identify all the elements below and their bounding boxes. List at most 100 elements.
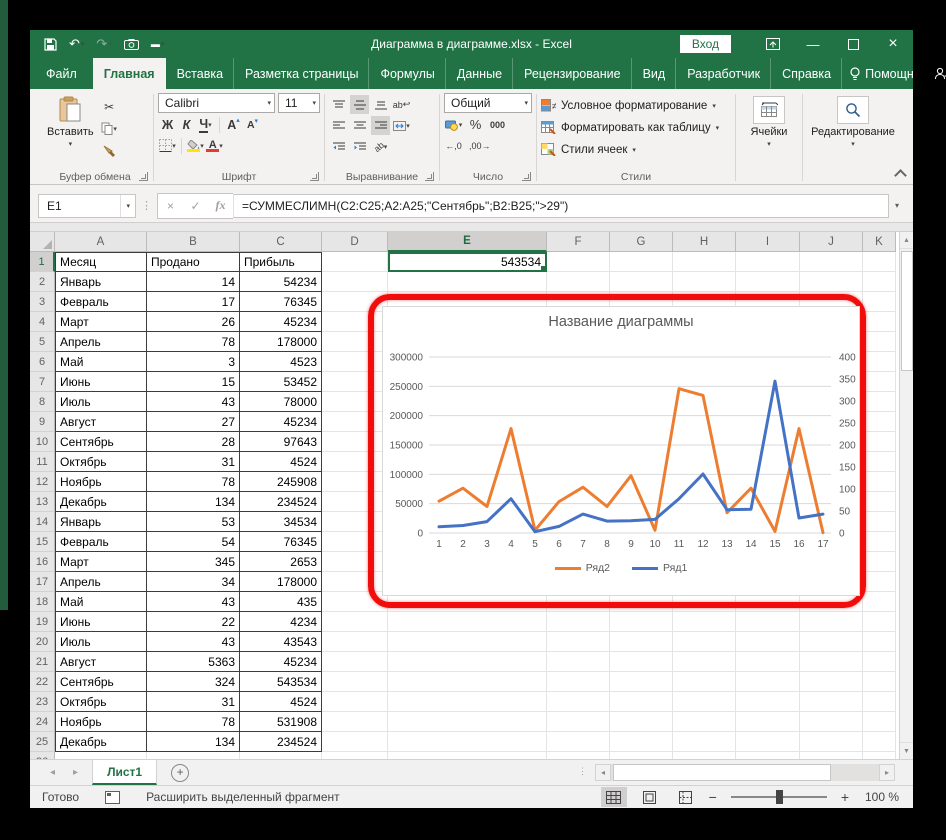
row-header-15[interactable]: 15	[30, 532, 55, 552]
cell[interactable]	[863, 292, 896, 312]
cell[interactable]: Май	[55, 352, 147, 372]
cell[interactable]: Апрель	[55, 572, 147, 592]
cell[interactable]	[547, 632, 610, 652]
cut-button[interactable]: ✂	[100, 97, 119, 116]
cell[interactable]	[863, 272, 896, 292]
align-middle-icon[interactable]	[350, 95, 369, 114]
cell[interactable]: Продано	[147, 252, 240, 272]
row-header-3[interactable]: 3	[30, 292, 55, 312]
cell[interactable]: 78	[147, 712, 240, 732]
cell[interactable]: 435	[240, 592, 322, 612]
row-header-16[interactable]: 16	[30, 552, 55, 572]
qat-customize-button[interactable]: ▬ ▾	[151, 39, 165, 49]
cell[interactable]: 178000	[240, 572, 322, 592]
cell[interactable]	[863, 532, 896, 552]
cell[interactable]	[736, 672, 800, 692]
row-header-13[interactable]: 13	[30, 492, 55, 512]
cell[interactable]: Март	[55, 552, 147, 572]
cell[interactable]	[673, 272, 736, 292]
cell[interactable]: Октябрь	[55, 692, 147, 712]
cell[interactable]	[800, 712, 863, 732]
select-all-corner[interactable]	[30, 232, 55, 252]
conditional-formatting-button[interactable]: ≠ Условное форматирование ▾	[541, 96, 731, 115]
cell[interactable]	[673, 732, 736, 752]
cell[interactable]	[736, 612, 800, 632]
comma-style-button[interactable]: 000	[488, 115, 507, 134]
cell[interactable]: Прибыль	[240, 252, 322, 272]
cell[interactable]: 45234	[240, 412, 322, 432]
bold-button[interactable]: Ж	[158, 115, 177, 134]
cell[interactable]: Ноябрь	[55, 712, 147, 732]
grow-font-button[interactable]: А ▴	[224, 115, 243, 134]
cell[interactable]	[610, 612, 673, 632]
cell[interactable]: 543534	[240, 672, 322, 692]
tab-view[interactable]: Вид	[632, 58, 677, 89]
cell[interactable]: Декабрь	[55, 732, 147, 752]
cell[interactable]	[673, 612, 736, 632]
editing-button[interactable]: Редактирование ▾	[805, 93, 901, 169]
cell[interactable]: Февраль	[55, 532, 147, 552]
wrap-text-button[interactable]: ab ↩	[392, 95, 411, 114]
row-header-9[interactable]: 9	[30, 412, 55, 432]
macro-record-icon[interactable]	[105, 790, 121, 804]
cell[interactable]: Февраль	[55, 292, 147, 312]
view-normal-button[interactable]	[600, 787, 627, 807]
column-header-A[interactable]: A	[55, 232, 147, 252]
cell[interactable]	[673, 692, 736, 712]
row-header-20[interactable]: 20	[30, 632, 55, 652]
cell[interactable]: Май	[55, 592, 147, 612]
cell[interactable]	[863, 332, 896, 352]
cell[interactable]	[610, 272, 673, 292]
save-icon[interactable]	[44, 37, 57, 51]
cell[interactable]	[800, 272, 863, 292]
cell[interactable]	[547, 712, 610, 732]
cell[interactable]: 43	[147, 632, 240, 652]
cell[interactable]: Декабрь	[55, 492, 147, 512]
cell[interactable]: 531908	[240, 712, 322, 732]
cell[interactable]: 31	[147, 452, 240, 472]
cell[interactable]: 27	[147, 412, 240, 432]
cell[interactable]	[736, 692, 800, 712]
cell[interactable]	[610, 652, 673, 672]
cell[interactable]: 43543	[240, 632, 322, 652]
cell[interactable]: 78000	[240, 392, 322, 412]
row-header-17[interactable]: 17	[30, 572, 55, 592]
row-header-6[interactable]: 6	[30, 352, 55, 372]
tab-review[interactable]: Рецензирование	[513, 58, 632, 89]
cell[interactable]	[547, 732, 610, 752]
font-dialog-launcher[interactable]	[310, 172, 319, 181]
cell[interactable]	[388, 692, 547, 712]
cell[interactable]: Июнь	[55, 372, 147, 392]
vertical-scrollbar[interactable]: ▲ ▼	[899, 232, 913, 759]
scroll-down-icon[interactable]: ▼	[900, 742, 913, 759]
cell[interactable]: 53	[147, 512, 240, 532]
column-header-I[interactable]: I	[736, 232, 800, 252]
cell[interactable]	[322, 692, 388, 712]
cell[interactable]: 34534	[240, 512, 322, 532]
font-size-combo[interactable]: 11 ▾	[278, 93, 320, 113]
undo-button[interactable]: ↶ ▾	[69, 36, 84, 52]
cell[interactable]: 28	[147, 432, 240, 452]
zoom-out-button[interactable]: −	[709, 789, 717, 805]
cell[interactable]: 4523	[240, 352, 322, 372]
copy-button[interactable]: ▾	[100, 119, 119, 138]
cell[interactable]: 15	[147, 372, 240, 392]
row-header-25[interactable]: 25	[30, 732, 55, 752]
cell[interactable]	[322, 272, 388, 292]
orientation-button[interactable]: ab ▾	[371, 137, 390, 156]
align-right-icon[interactable]	[371, 116, 390, 135]
cell[interactable]	[863, 392, 896, 412]
cell[interactable]: Месяц	[55, 252, 147, 272]
cell[interactable]	[322, 632, 388, 652]
add-sheet-button[interactable]: +	[171, 764, 190, 782]
cell[interactable]: 134	[147, 732, 240, 752]
cell[interactable]	[322, 652, 388, 672]
cell[interactable]	[388, 632, 547, 652]
cell[interactable]	[863, 672, 896, 692]
row-header-1[interactable]: 1	[30, 252, 55, 272]
name-box[interactable]: E1 ▾	[38, 193, 136, 218]
row-header-24[interactable]: 24	[30, 712, 55, 732]
tab-insert[interactable]: Вставка	[166, 58, 234, 89]
zoom-in-button[interactable]: +	[841, 789, 849, 805]
cell[interactable]: Ноябрь	[55, 472, 147, 492]
